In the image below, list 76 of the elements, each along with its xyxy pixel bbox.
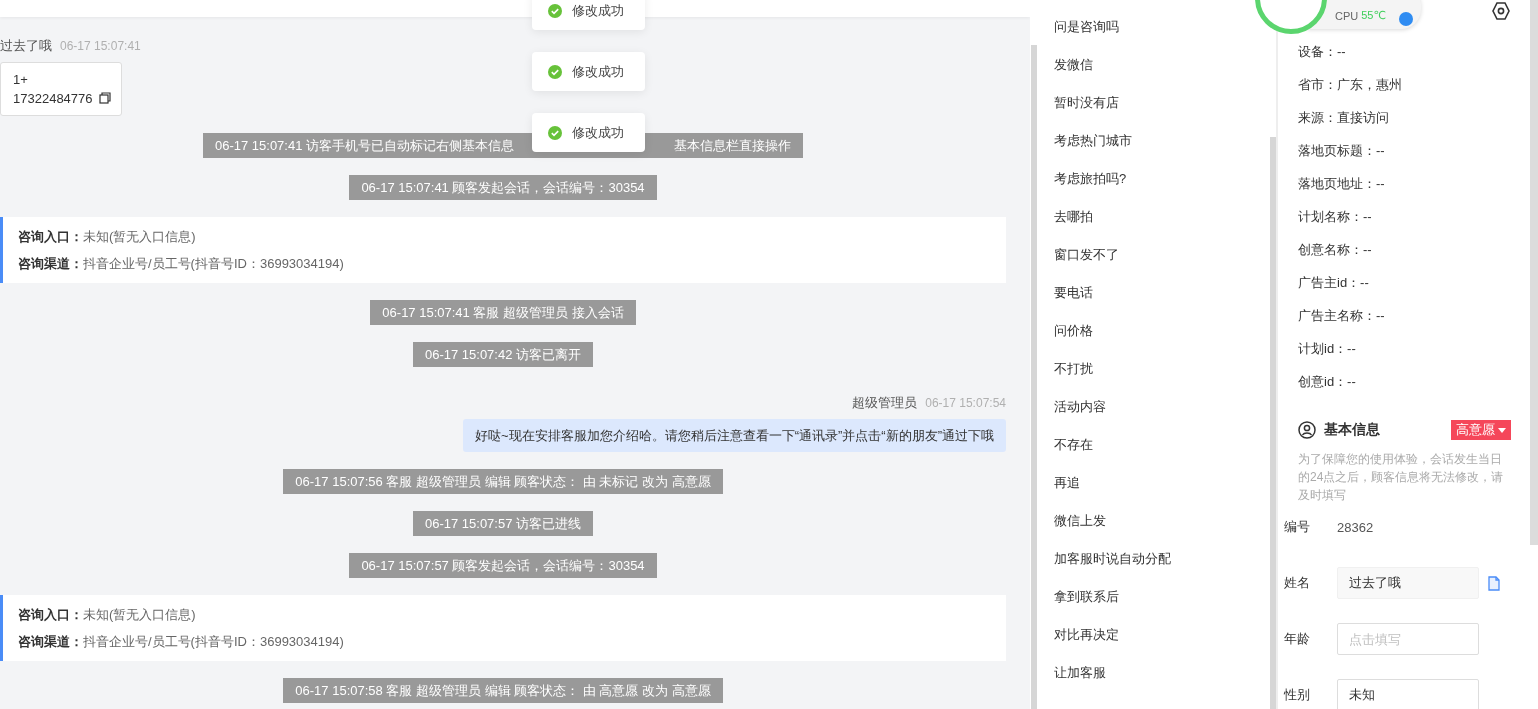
notice-text: 06-17 15:07:41 客服 超级管理员 接入会话 [382, 304, 624, 322]
caret-icon [1498, 427, 1506, 433]
info-row-text: 设备：-- [1298, 44, 1347, 61]
notice-text: 06-17 15:07:57 访客已进线 [424, 515, 582, 533]
check-icon [548, 64, 562, 79]
quick-reply-item[interactable]: 暂时没有店 [1054, 93, 1270, 131]
toast-text: 修改成功 [572, 123, 624, 142]
info-row-text: 落地页标题：-- [1298, 143, 1386, 160]
info-row-text: 计划id：-- [1298, 341, 1357, 358]
info-line: 咨询渠道：抖音企业号/员工号(抖音号ID：36993034194) [18, 633, 345, 651]
quick-reply-item[interactable]: 让加客服 [1054, 663, 1270, 701]
field-label: 年龄 [1284, 630, 1311, 648]
quick-reply-item[interactable]: 加客服时说自动分配 [1054, 549, 1270, 587]
notice-text: 06-17 15:07:57 顾客发起会话，会话编号：30354 [361, 557, 645, 575]
info-line: 咨询渠道：抖音企业号/员工号(抖音号ID：36993034194) [18, 255, 345, 273]
notice-text: 为了保障您的使用体验，会话发生当日的24点之后，顾客信息将无法修改，请及时填写 [1298, 451, 1505, 504]
notice-text: 06-17 15:07:41 访客手机号已自动标记右侧基本信息 [214, 137, 515, 155]
scrollbar[interactable] [1031, 45, 1037, 709]
quick-reply-item[interactable]: 不打扰 [1054, 359, 1270, 397]
status-dot [1398, 11, 1413, 26]
quick-reply-item[interactable]: 问是咨询吗 [1054, 17, 1270, 55]
quick-reply-item[interactable]: 拿到联系后 [1054, 587, 1270, 625]
sender-name: 过去了哦 [0, 37, 52, 55]
quick-reply-item[interactable]: 去哪拍 [1054, 207, 1270, 245]
quick-reply-item[interactable]: 对比再决定 [1054, 625, 1270, 663]
message-time: 06-17 15:07:54 [925, 395, 1006, 412]
quick-reply-item[interactable]: 窗口发不了 [1054, 245, 1270, 283]
scrollbar[interactable] [1270, 137, 1276, 709]
field-label: 编号 [1284, 518, 1311, 536]
quick-reply-item[interactable]: 考虑热门城市 [1054, 131, 1270, 169]
intent-label: 高意愿 [1456, 421, 1495, 439]
temperature-reading: 55℃ [1361, 8, 1386, 22]
sender-name: 超级管理员 [852, 394, 918, 412]
message-bubble: 好哒~现在安排客服加您介绍哈。请您稍后注意查看一下“通讯录”并点击“新的朋友”通过下哦 [463, 419, 1006, 452]
input-field[interactable]: 点击填写 [1337, 623, 1479, 655]
info-row-text: 计划名称：-- [1298, 209, 1373, 226]
info-line: 咨询入口：未知(暂无入口信息) [18, 606, 197, 624]
info-row-text: 来源：直接访问 [1298, 110, 1390, 127]
message-text: 1+ 17322484776 [13, 71, 94, 108]
copy-icon[interactable] [99, 92, 111, 104]
info-row-text: 创意id：-- [1298, 374, 1357, 391]
message-time: 06-17 15:07:41 [60, 38, 141, 55]
field-label: 姓名 [1284, 574, 1311, 592]
toast-text: 修改成功 [572, 1, 624, 20]
toast-text: 修改成功 [572, 62, 624, 81]
quick-reply-item[interactable]: 考虑旅拍吗? [1054, 169, 1270, 207]
notice-text: 06-17 15:07:58 客服 超级管理员 编辑 顾客状态： 由 高意愿 改为 高意愿 [295, 682, 711, 700]
quick-reply-item[interactable]: 微信上发 [1054, 511, 1270, 549]
quick-reply-item[interactable]: 发微信 [1054, 55, 1270, 93]
info-row-text: 广告主id：-- [1298, 275, 1370, 292]
scrollbar[interactable] [1530, 0, 1538, 545]
quick-reply-item[interactable]: 问价格 [1054, 321, 1270, 359]
quick-reply-item[interactable]: 要电话 [1054, 283, 1270, 321]
notice-text: 06-17 15:07:41 顾客发起会话，会话编号：30354 [361, 179, 645, 197]
info-row-text: 省市：广东，惠州 [1298, 77, 1403, 94]
field-label: 性别 [1284, 686, 1311, 704]
quick-reply-item[interactable]: 再追 [1054, 473, 1270, 511]
settings-icon[interactable] [1491, 1, 1511, 21]
info-row-text: 落地页地址：-- [1298, 176, 1386, 193]
notice-text: 基本信息栏直接操作 [674, 137, 792, 155]
check-icon [548, 3, 562, 18]
notice-text: 06-17 15:07:42 访客已离开 [424, 346, 582, 364]
info-row-text: 创意名称：-- [1298, 242, 1373, 259]
info-row-text: 广告主名称：-- [1298, 308, 1386, 325]
user-icon [1298, 421, 1316, 439]
input-field[interactable]: 过去了哦 [1337, 567, 1479, 599]
section-title: 基本信息 [1324, 421, 1381, 439]
check-icon [548, 125, 562, 140]
notice-text: 06-17 15:07:56 客服 超级管理员 编辑 顾客状态： 由 未标记 改为 高意愿 [295, 473, 711, 491]
quick-reply-item[interactable]: 活动内容 [1054, 397, 1270, 435]
field-value: 28362 [1337, 519, 1374, 535]
input-field[interactable]: 未知 [1337, 679, 1479, 709]
intent-dropdown[interactable]: 高意愿 [1451, 420, 1511, 440]
cpu-label: CPU [1335, 9, 1359, 22]
info-line: 咨询入口：未知(暂无入口信息) [18, 228, 197, 246]
quick-reply-item[interactable]: 不存在 [1054, 435, 1270, 473]
